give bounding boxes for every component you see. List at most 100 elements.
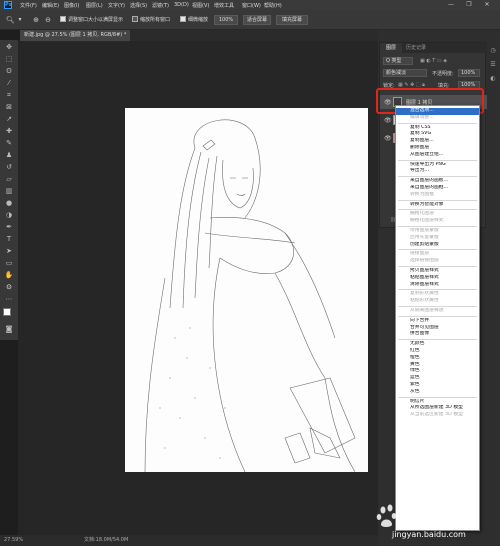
history-icon[interactable]: ◷ <box>488 46 498 56</box>
context-menu-item[interactable]: 蓝色 <box>396 375 479 382</box>
watermark-brand: Bai <box>398 502 425 520</box>
options-bar: 🔍︎ ▾ ⊕ ⊖ 调整窗口大小以满屏显示 缩放所有窗口 细微缩放 100% 适合… <box>0 10 500 30</box>
tab-layers[interactable]: 图层 <box>380 43 402 53</box>
zoom-100-button[interactable]: 100% <box>214 15 238 25</box>
chevron-down-icon[interactable]: ▾ <box>16 16 24 24</box>
healing-brush-icon[interactable]: ✚ <box>3 126 15 137</box>
layer-filter-select[interactable]: Q 类型 <box>383 57 413 65</box>
context-menu-item[interactable]: 橙色 <box>396 355 479 362</box>
pen-tool-icon[interactable]: ✒ <box>3 222 15 233</box>
context-menu-item[interactable]: 黄色 <box>396 362 479 369</box>
context-menu-item[interactable]: 删除图层 <box>396 145 479 152</box>
eye-icon[interactable]: 👁︎ <box>384 135 392 142</box>
brush-tool-icon[interactable]: ✎ <box>3 138 15 149</box>
context-menu-item[interactable]: 复制图层... <box>396 138 479 145</box>
menu-item[interactable]: 选择(S) <box>130 2 147 9</box>
zoom-out-icon[interactable]: ⊖ <box>44 16 52 24</box>
menu-item[interactable]: 滤镜(T) <box>152 2 169 9</box>
context-menu-item[interactable]: 复制 CSS <box>396 125 479 132</box>
scrubby-zoom-checkbox[interactable] <box>180 16 186 22</box>
stamp-tool-icon[interactable]: ♟ <box>3 150 15 161</box>
properties-icon[interactable]: ☰ <box>488 60 498 70</box>
context-menu-item[interactable]: 无颜色 <box>396 341 479 348</box>
context-menu-item[interactable]: 从所选图层新建 3D 模型 <box>396 405 479 412</box>
type-tool-icon[interactable]: T <box>3 234 15 245</box>
filter-icons[interactable]: ▣ ◐ T ▭ ◈ <box>420 58 447 64</box>
hand-tool-icon[interactable]: ✋ <box>3 270 15 281</box>
photoshop-logo: Ps <box>4 1 12 9</box>
context-menu-item[interactable]: 红色 <box>396 348 479 355</box>
watermark-brand-cn: 经验 <box>433 507 460 522</box>
menu-item[interactable]: 图层(L) <box>86 2 103 9</box>
menu-bar: Ps — ❐ ✕ 文件(F) 编辑(E) 图像(I) 图层(L) 文字(Y) 选择(S) 滤… <box>0 0 500 10</box>
eye-icon[interactable]: 👁︎ <box>384 117 392 124</box>
status-zoom[interactable]: 27.59% <box>4 535 23 546</box>
context-menu-item[interactable]: 转换为智能对象 <box>396 202 479 209</box>
fill-screen-button[interactable]: 填充屏幕 <box>276 15 308 25</box>
gradient-tool-icon[interactable]: ▥ <box>3 186 15 197</box>
zoom-in-icon[interactable]: ⊕ <box>32 16 40 24</box>
frame-tool-icon[interactable]: ⊠ <box>3 102 15 113</box>
context-menu-item[interactable]: 灰色 <box>396 389 479 396</box>
shape-tool-icon[interactable]: ▭ <box>3 258 15 269</box>
marquee-tool-icon[interactable]: ⬚ <box>3 54 15 65</box>
context-menu-item[interactable]: 向下合并 <box>396 318 479 325</box>
close-button[interactable]: ✕ <box>480 1 494 9</box>
context-menu-item[interactable]: 快速导出为 PNG <box>396 162 479 169</box>
magic-wand-icon[interactable]: ⁄ <box>3 78 15 89</box>
menu-item[interactable]: 文字(Y) <box>108 2 125 9</box>
watermark: Bai 经验 jingyan.baidu.com <box>372 500 498 542</box>
menu-item[interactable]: 视图(V) <box>192 2 209 9</box>
context-menu-item[interactable]: 来自图层的画板... <box>396 178 479 185</box>
foreground-color-swatch[interactable] <box>3 308 11 316</box>
context-menu-item[interactable]: 清除图层样式 <box>396 282 479 289</box>
blend-mode-select[interactable]: 颜色减淡 <box>383 69 427 77</box>
blur-tool-icon[interactable]: ● <box>3 198 15 209</box>
context-menu-item[interactable]: 绿色 <box>396 368 479 375</box>
menu-item[interactable]: 增效工具 <box>214 2 234 9</box>
more-tools-icon[interactable]: ⋯ <box>3 294 15 305</box>
move-tool-icon[interactable]: ✥ <box>3 42 15 53</box>
context-menu-item[interactable]: 创建剪贴蒙版 <box>396 242 479 249</box>
lasso-tool-icon[interactable]: ʘ <box>3 66 15 77</box>
scrubby-zoom-label: 细微缩放 <box>188 17 209 23</box>
fit-screen-button[interactable]: 适合屏幕 <box>243 15 271 25</box>
opacity-field[interactable]: 100% <box>458 69 480 77</box>
context-menu-item[interactable]: 紫色 <box>396 382 479 389</box>
menu-item[interactable]: 编辑(E) <box>42 2 59 9</box>
context-menu-item[interactable]: 来自图层的画框... <box>396 185 479 192</box>
context-menu-item[interactable]: 明信片 <box>396 399 479 406</box>
crop-tool-icon[interactable]: ⌗ <box>3 90 15 101</box>
minimize-button[interactable]: — <box>444 1 458 9</box>
menu-item[interactable]: 帮助(H) <box>264 2 282 9</box>
context-menu-item[interactable]: 合并可见图层 <box>396 325 479 332</box>
maximize-button[interactable]: ❐ <box>462 1 476 9</box>
history-brush-icon[interactable]: ↺ <box>3 162 15 173</box>
eraser-tool-icon[interactable]: ▱ <box>3 174 15 185</box>
zoom-all-windows-checkbox[interactable] <box>132 16 138 22</box>
menu-item[interactable]: 3D(D) <box>174 2 189 8</box>
menu-separator <box>398 249 477 251</box>
dodge-tool-icon[interactable]: ◑ <box>3 210 15 221</box>
menu-item[interactable]: 图像(I) <box>64 2 79 9</box>
menu-item[interactable]: 窗口(W) <box>242 2 261 9</box>
context-menu-item[interactable]: 复制 SVG <box>396 131 479 138</box>
menu-separator <box>398 176 477 178</box>
context-menu-item[interactable]: 导出为... <box>396 168 479 175</box>
adjustments-icon[interactable]: ◐ <box>488 74 498 84</box>
zoom-tool-icon[interactable]: ⊙ <box>3 282 15 293</box>
tab-history[interactable]: 历史记录 <box>403 43 429 53</box>
context-menu-item[interactable]: 从图层建立组... <box>396 152 479 159</box>
context-menu-item[interactable]: 粘贴图层样式 <box>396 275 479 282</box>
resize-windows-checkbox[interactable] <box>60 16 66 22</box>
eyedropper-icon[interactable]: ↗ <box>3 114 15 125</box>
quick-mask-icon[interactable]: ◙ <box>3 324 15 335</box>
document-canvas[interactable] <box>125 108 368 472</box>
context-menu-item[interactable]: 拷贝图层样式 <box>396 268 479 275</box>
path-selection-icon[interactable]: ➤ <box>3 246 15 257</box>
context-menu-item: 栅格化图层 <box>410 211 434 217</box>
context-menu-item[interactable]: 拼合图像 <box>396 331 479 338</box>
menu-item[interactable]: 文件(F) <box>20 2 37 9</box>
document-tab[interactable]: 新建.jpg @ 27.5% (图层 1 拷贝, RGB/8#) * <box>20 30 130 41</box>
context-menu-item[interactable]: 混合选项... <box>396 108 479 115</box>
